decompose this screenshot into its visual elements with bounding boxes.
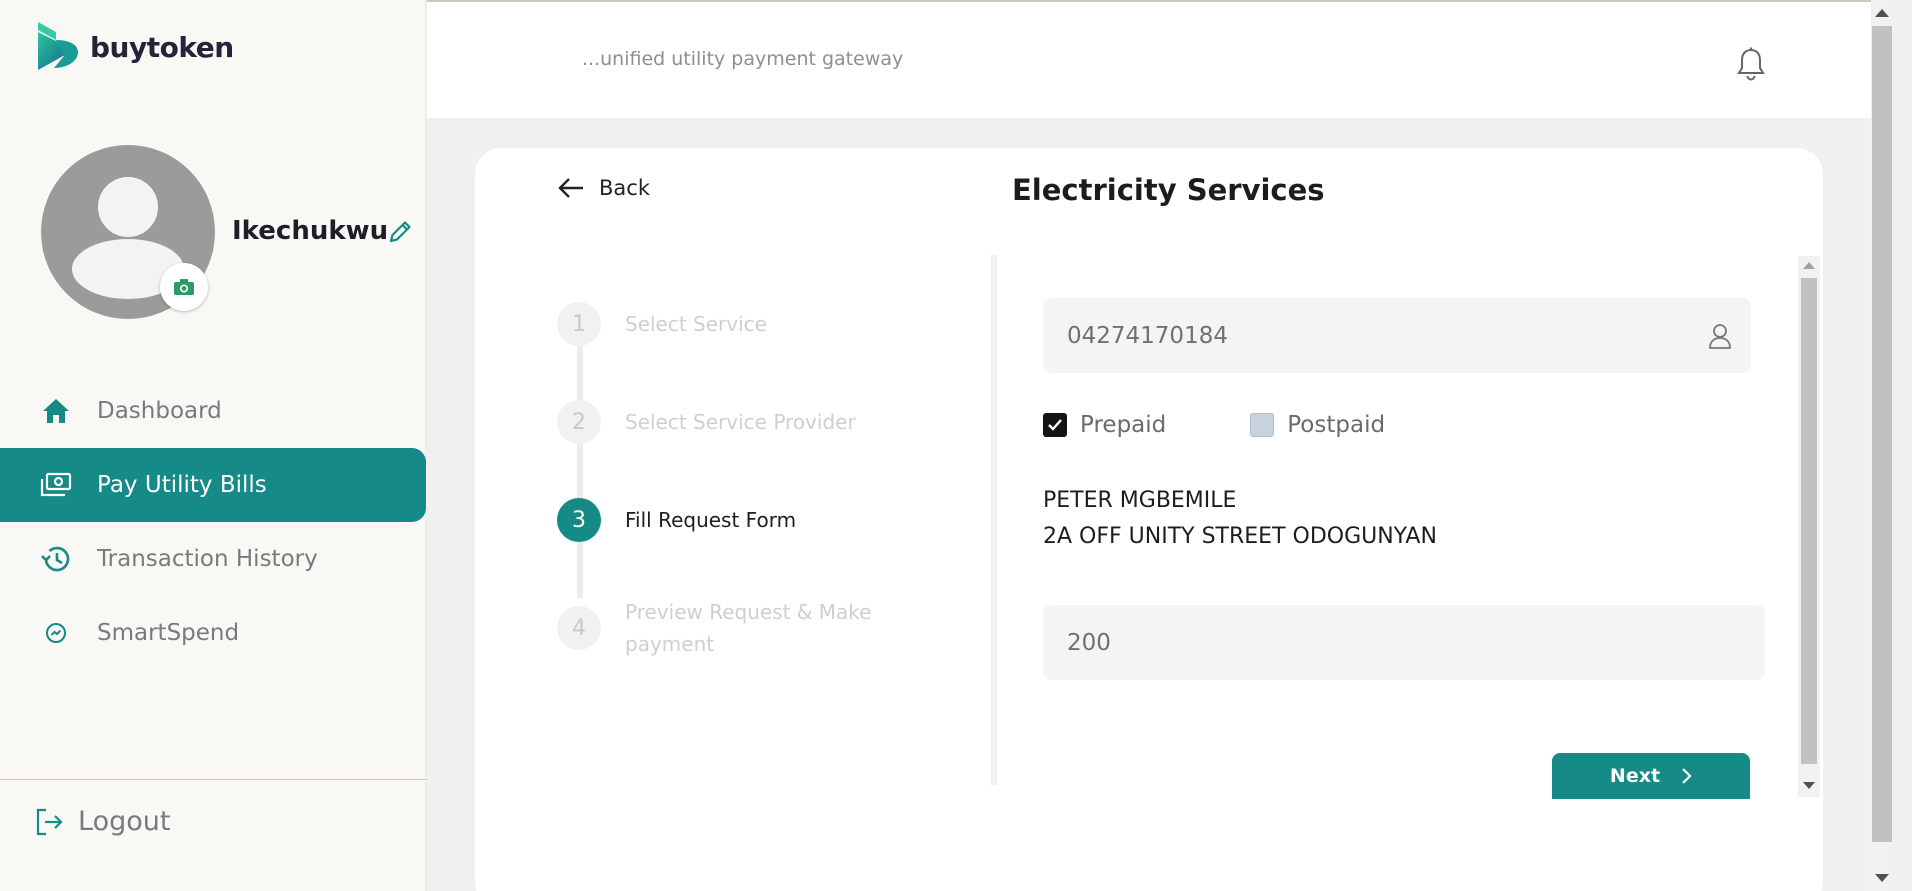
section-divider xyxy=(991,255,997,785)
step-connector xyxy=(577,542,583,598)
step-3: 3 Fill Request Form xyxy=(557,498,796,542)
checkbox-unchecked[interactable] xyxy=(1250,413,1275,437)
step-number: 1 xyxy=(557,302,601,346)
scroll-up-arrow[interactable] xyxy=(1875,9,1889,17)
prepaid-checkbox[interactable]: Prepaid xyxy=(1043,412,1166,438)
step-connector xyxy=(577,444,583,500)
step-number: 2 xyxy=(557,400,601,444)
brand-name: buytoken xyxy=(90,30,234,64)
sidebar-item-transaction-history[interactable]: Transaction History xyxy=(0,522,426,596)
step-1: 1 Select Service xyxy=(557,302,767,346)
logout-label: Logout xyxy=(78,806,171,837)
checkbox-checked[interactable] xyxy=(1043,413,1067,437)
history-icon xyxy=(40,543,72,575)
sidebar-item-label: Dashboard xyxy=(97,398,222,424)
step-label: Fill Request Form xyxy=(625,508,797,532)
user-icon xyxy=(1709,324,1731,349)
logout-icon xyxy=(36,808,63,835)
meter-type-options: Prepaid Postpaid xyxy=(1043,412,1469,438)
scroll-up-arrow[interactable] xyxy=(1803,262,1815,269)
sidebar-item-smartspend[interactable]: SmartSpend xyxy=(0,596,426,670)
step-connector xyxy=(577,346,583,402)
customer-name: PETER MGBEMILE xyxy=(1043,488,1237,513)
step-number: 4 xyxy=(557,606,601,650)
back-label: Back xyxy=(599,176,650,200)
buytoken-logo-icon xyxy=(38,22,78,70)
edit-pencil-icon[interactable] xyxy=(386,218,414,246)
checkmark-icon xyxy=(1048,419,1062,431)
brand-logo[interactable]: buytoken xyxy=(34,20,234,74)
customer-address: 2A OFF UNITY STREET ODOGUNYAN xyxy=(1043,524,1437,549)
sidebar-item-dashboard[interactable]: Dashboard xyxy=(0,374,426,448)
page-title: Electricity Services xyxy=(1012,173,1325,207)
next-label: Next xyxy=(1609,765,1661,787)
form-scrollbar[interactable] xyxy=(1798,256,1820,797)
home-icon xyxy=(40,395,72,427)
change-photo-button[interactable] xyxy=(160,263,208,311)
step-number: 3 xyxy=(557,498,601,542)
back-button[interactable]: Back xyxy=(557,176,650,200)
money-icon xyxy=(40,469,72,501)
sidebar: buytoken Ikechukwu Dashboard Pay Utility… xyxy=(0,0,428,891)
arrow-left-icon xyxy=(558,178,583,198)
chevron-right-icon xyxy=(1682,768,1692,784)
sidebar-item-label: Pay Utility Bills xyxy=(97,472,267,498)
tagline: ...unified utility payment gateway xyxy=(582,48,904,70)
step-label: Select Service Provider xyxy=(625,410,856,434)
scroll-down-arrow[interactable] xyxy=(1875,874,1889,882)
step-4: 4 Preview Request & Make payment xyxy=(557,596,885,660)
sidebar-nav: Dashboard Pay Utility Bills Transaction … xyxy=(0,374,426,670)
prepaid-label: Prepaid xyxy=(1080,412,1167,438)
sidebar-item-label: Transaction History xyxy=(97,546,318,572)
stepper: 1 Select Service 2 Select Service Provid… xyxy=(557,302,917,702)
sidebar-item-pay-utility-bills[interactable]: Pay Utility Bills xyxy=(0,448,426,522)
postpaid-checkbox[interactable]: Postpaid xyxy=(1250,412,1385,438)
step-label: Preview Request & Make payment xyxy=(625,600,872,656)
window-edge xyxy=(1893,0,1912,891)
smartspend-icon xyxy=(40,617,72,649)
notification-bell-icon[interactable] xyxy=(1735,46,1767,82)
amount-value: 200 xyxy=(1067,629,1111,656)
meter-number-value: 04274170184 xyxy=(1067,322,1228,349)
postpaid-label: Postpaid xyxy=(1287,412,1386,438)
camera-icon xyxy=(174,279,194,295)
scrollbar-thumb[interactable] xyxy=(1801,278,1817,764)
next-button[interactable]: Next xyxy=(1552,753,1750,799)
meter-number-input[interactable]: 04274170184 xyxy=(1043,298,1751,373)
sidebar-divider xyxy=(0,779,428,780)
scroll-down-arrow[interactable] xyxy=(1803,782,1815,789)
top-header: ...unified utility payment gateway xyxy=(427,0,1871,118)
logout-button[interactable]: Logout xyxy=(34,806,170,837)
sidebar-item-label: SmartSpend xyxy=(97,620,240,646)
amount-input[interactable]: 200 xyxy=(1043,605,1765,680)
scrollbar-thumb[interactable] xyxy=(1872,26,1892,842)
username: Ikechukwu xyxy=(232,216,389,246)
step-label: Select Service xyxy=(625,312,767,336)
step-2: 2 Select Service Provider xyxy=(557,400,856,444)
